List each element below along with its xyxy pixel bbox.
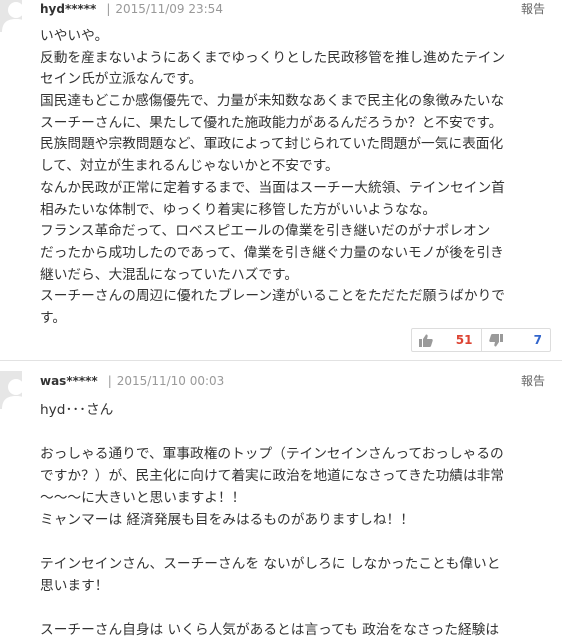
comment-timestamp: 2015/11/09 23:54 bbox=[115, 2, 223, 16]
vote-box: 51 7 bbox=[411, 328, 551, 352]
user-silhouette-icon bbox=[0, 371, 22, 409]
comment-line: ～～～に大きいと思いますよ！！ bbox=[40, 490, 246, 506]
comment-line: セイン氏が立派なんです。 bbox=[40, 71, 203, 88]
comment-timestamp: 2015/11/10 00:03 bbox=[116, 374, 225, 388]
meta-separator: | bbox=[107, 374, 112, 388]
comment-line: 相みたいな体制で、ゆっくり着実に移管した方がいいようなな。 bbox=[40, 201, 437, 218]
comment-blank-line bbox=[40, 421, 552, 443]
comment-line: スーチーさんの周辺に優れたブレーン達がいることをただただ願うばかりで bbox=[40, 288, 505, 305]
comment-line: ミャンマーは 経済発展も目をみはるものがありますしね！！ bbox=[40, 512, 414, 528]
comment-body: いやいや。 反動を産まないようにあくまでゆっくりとした民政移管を推し進めたテイン… bbox=[40, 26, 552, 330]
comment-line: 反動を産まないようにあくまでゆっくりとした民政移管を推し進めたテイン bbox=[40, 49, 506, 66]
comment: hyd***** | 2015/11/09 23:54 報告 いやいや。 反動を産ま… bbox=[0, 0, 562, 360]
thumbs-up-count: 51 bbox=[455, 333, 473, 347]
comment-line: 継いだら、大混乱になっていたハズです。 bbox=[40, 266, 299, 283]
comment-line: hyd･･･さん bbox=[40, 402, 114, 418]
comment-author[interactable]: hyd***** bbox=[40, 2, 96, 16]
report-link[interactable]: 報告 bbox=[521, 1, 545, 17]
thumbs-up-icon bbox=[419, 334, 433, 347]
comment: was***** | 2015/11/10 00:03 報告 hyd･･･さん おっ… bbox=[0, 361, 562, 638]
thumbs-down-button[interactable]: 7 bbox=[480, 329, 551, 351]
comment-line: 民族問題や宗教問題など、軍政によって封じられていた問題が一気に表面化 bbox=[40, 136, 504, 153]
report-link[interactable]: 報告 bbox=[521, 373, 545, 389]
avatar[interactable] bbox=[0, 371, 22, 409]
comment-blank-line bbox=[40, 531, 552, 553]
comment-line: おっしゃる通りで、軍事政権のトップ（テインセインさんっておっしゃるの bbox=[40, 446, 504, 462]
comment-line: して、対立が生まれるんじゃないかと不安です。 bbox=[40, 158, 339, 175]
comment-line: なんか民政が正常に定着するまで、当面はスーチー大統領、テインセイン首 bbox=[40, 179, 505, 196]
comment-line: だったから成功したのであって、偉業を引き継ぐ力量のないモノが後を引き bbox=[40, 244, 504, 261]
comment-author[interactable]: was***** bbox=[40, 374, 98, 388]
avatar[interactable] bbox=[0, 0, 22, 32]
comment-line: スーチーさんに、果たして優れた施政能力があるんだろうか？と不安です。 bbox=[40, 114, 503, 131]
comment-line: 国民達もどこか感傷優先で、力量が未知数なあくまで民主化の象徴みたいな bbox=[40, 93, 505, 110]
comment-line: フランス革命だって、ロベスピエールの偉業を引き継いだのがナポレオン bbox=[40, 223, 491, 240]
comment-line: 思います！ bbox=[40, 578, 109, 594]
comment-line: す。 bbox=[40, 309, 67, 326]
comment-blank-line bbox=[40, 597, 552, 619]
comment-line: ですか？）が、民主化に向けて着実に政治を地道になさってきた功績は非常 bbox=[40, 468, 505, 484]
thumbs-down-icon bbox=[488, 333, 503, 346]
comment-line: スーチーさん自身は いくら人気があるとは言っても 政治をなさった経験は bbox=[40, 622, 500, 638]
comment-line: いやいや。 bbox=[40, 28, 109, 44]
meta-separator: | bbox=[106, 2, 111, 16]
comment-meta: was***** | 2015/11/10 00:03 bbox=[40, 373, 224, 389]
thumbs-up-button[interactable]: 51 bbox=[412, 329, 481, 351]
comment-body: hyd･･･さん おっしゃる通りで、軍事政権のトップ（テインセインさんっておっし… bbox=[40, 399, 552, 641]
comment-meta: hyd***** | 2015/11/09 23:54 bbox=[40, 1, 223, 17]
thumbs-down-count: 7 bbox=[533, 333, 542, 347]
user-silhouette-icon bbox=[0, 0, 22, 32]
comment-line: テインセインさん、スーチーさんを ないがしろに しなかったことも偉いと bbox=[40, 556, 501, 572]
